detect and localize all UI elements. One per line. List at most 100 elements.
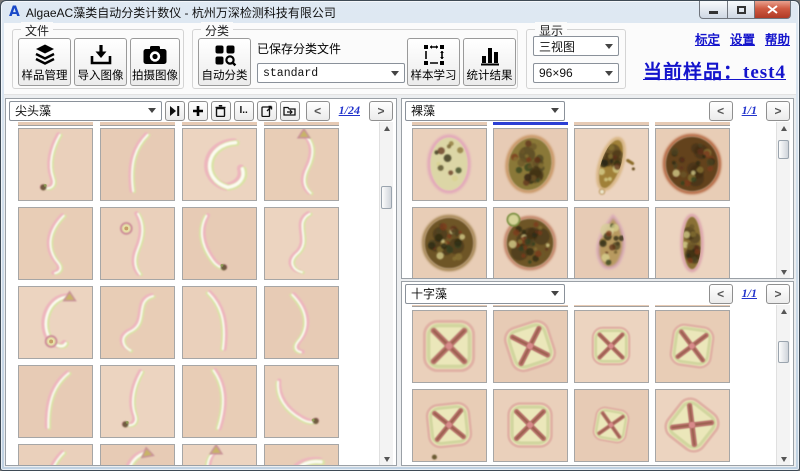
move-to-folder-button[interactable] (280, 101, 300, 121)
algae-thumbnail[interactable] (264, 444, 339, 465)
title-bar[interactable]: A AlgaeAC藻类自动分类计数仪 - 杭州万深检测科技有限公司 (1, 1, 799, 23)
algae-thumbnail[interactable] (100, 365, 175, 438)
top-links: 标定 设置 帮助 (695, 29, 790, 48)
prev-page-button[interactable]: < (306, 101, 330, 121)
thumbnail-clipped-row (412, 122, 487, 126)
algae-thumbnail[interactable] (18, 128, 93, 201)
right-bottom-species-panel: 十字藻 < 1/1 > (401, 281, 794, 466)
calibrate-link[interactable]: 标定 (695, 29, 720, 48)
saved-file-value: standard (263, 67, 318, 80)
scrollbar-thumb[interactable] (381, 186, 392, 209)
left-species-value: 尖头藻 (15, 102, 51, 119)
page-indicator-link[interactable]: 1/1 (742, 286, 757, 301)
window-title: AlgaeAC藻类自动分类计数仪 - 杭州万深检测科技有限公司 (26, 4, 336, 21)
current-sample-label: 当前样品：test4 (643, 57, 786, 84)
vertical-scrollbar[interactable] (776, 305, 790, 465)
right-bottom-species-select[interactable]: 十字藻 (405, 284, 565, 304)
delete-button[interactable] (211, 101, 231, 121)
algae-thumbnail[interactable] (18, 444, 93, 465)
sample-manage-label: 样品管理 (22, 67, 68, 83)
algae-thumbnail[interactable] (182, 444, 257, 465)
play-next-icon (169, 106, 180, 116)
algae-thumbnail[interactable] (574, 389, 649, 462)
import-image-button[interactable]: 导入图像 (74, 38, 127, 86)
scrollbar-thumb[interactable] (778, 341, 789, 363)
left-panel-header: 尖头藻 I (6, 99, 396, 122)
page-indicator-link[interactable]: 1/1 (742, 103, 757, 118)
prev-page-button[interactable]: < (709, 101, 733, 121)
export-button[interactable] (257, 101, 277, 121)
stats-result-button[interactable]: 统计结果 (463, 38, 516, 86)
algae-thumbnail[interactable] (100, 207, 175, 280)
algae-thumbnail[interactable] (655, 207, 730, 278)
scroll-down-button[interactable] (777, 452, 791, 465)
algae-thumbnail[interactable] (182, 365, 257, 438)
algae-thumbnail[interactable] (264, 128, 339, 201)
algae-thumbnail[interactable] (655, 389, 730, 462)
scroll-up-button[interactable] (380, 122, 394, 135)
algae-thumbnail[interactable] (493, 389, 568, 462)
algae-thumbnail[interactable] (412, 310, 487, 383)
algae-thumbnail[interactable] (182, 286, 257, 359)
algae-thumbnail[interactable] (493, 310, 568, 383)
algae-thumbnail[interactable] (182, 207, 257, 280)
algae-thumbnail[interactable] (18, 207, 93, 280)
page-indicator-link[interactable]: 1/24 (339, 103, 360, 118)
algae-thumbnail[interactable] (18, 286, 93, 359)
capture-image-button[interactable]: 拍摄图像 (130, 38, 180, 86)
algae-thumbnail[interactable] (655, 128, 730, 201)
help-link[interactable]: 帮助 (765, 29, 790, 48)
saved-file-select[interactable]: standard (257, 63, 405, 83)
scroll-up-button[interactable] (777, 122, 791, 135)
stats-result-label: 统计结果 (467, 67, 513, 83)
algae-thumbnail[interactable] (100, 444, 175, 465)
algae-thumbnail[interactable] (100, 128, 175, 201)
settings-link[interactable]: 设置 (730, 29, 755, 48)
algae-thumbnail[interactable] (100, 286, 175, 359)
next-page-button[interactable]: > (369, 101, 393, 121)
algae-thumbnail[interactable] (574, 207, 649, 278)
algae-thumbnail[interactable] (264, 365, 339, 438)
file-group-label: 文件 (21, 22, 53, 39)
view-mode-select[interactable]: 三视图 (533, 36, 619, 56)
scrollbar-thumb[interactable] (778, 140, 789, 159)
next-page-button[interactable]: > (766, 284, 790, 304)
left-species-select[interactable]: 尖头藻 (9, 101, 162, 121)
close-button[interactable] (755, 1, 791, 19)
next-sample-button[interactable] (165, 101, 185, 121)
algae-thumbnail[interactable] (412, 207, 487, 278)
algae-thumbnail[interactable] (412, 128, 487, 201)
auto-classify-button[interactable]: 自动分类 (198, 38, 251, 86)
algae-thumbnail[interactable] (493, 207, 568, 278)
algae-thumbnail[interactable] (574, 128, 649, 201)
next-page-button[interactable]: > (766, 101, 790, 121)
maximize-button[interactable] (728, 1, 755, 19)
algae-thumbnail[interactable] (655, 310, 730, 383)
algae-thumbnail[interactable] (264, 286, 339, 359)
thumbnail-clipped-row (100, 122, 175, 126)
view-mode-value: 三视图 (539, 38, 575, 55)
triangle-up-icon (384, 123, 390, 131)
scroll-down-button[interactable] (380, 452, 394, 465)
algae-thumbnail[interactable] (264, 207, 339, 280)
prev-page-button[interactable]: < (709, 284, 733, 304)
minimize-button[interactable] (699, 1, 728, 19)
sample-manage-button[interactable]: 样品管理 (18, 38, 71, 86)
scroll-down-button[interactable] (777, 265, 791, 278)
algae-thumbnail[interactable] (18, 365, 93, 438)
algae-thumbnail[interactable] (182, 128, 257, 201)
triangle-up-icon (781, 306, 787, 314)
algae-thumbnail[interactable] (574, 310, 649, 383)
rename-button[interactable]: I.. (234, 101, 254, 121)
algae-thumbnail[interactable] (493, 128, 568, 201)
right-top-species-select[interactable]: 裸藻 (405, 101, 565, 121)
algae-thumbnail[interactable] (412, 389, 487, 462)
scroll-up-button[interactable] (777, 305, 791, 318)
add-button[interactable] (188, 101, 208, 121)
thumbnail-clipped-row (18, 122, 93, 126)
thumbnail-clipped-row (412, 305, 487, 307)
sample-learn-button[interactable]: 样本学习 (407, 38, 460, 86)
cell-size-select[interactable]: 96×96 (533, 63, 619, 83)
vertical-scrollbar[interactable] (379, 122, 393, 465)
vertical-scrollbar[interactable] (776, 122, 790, 278)
